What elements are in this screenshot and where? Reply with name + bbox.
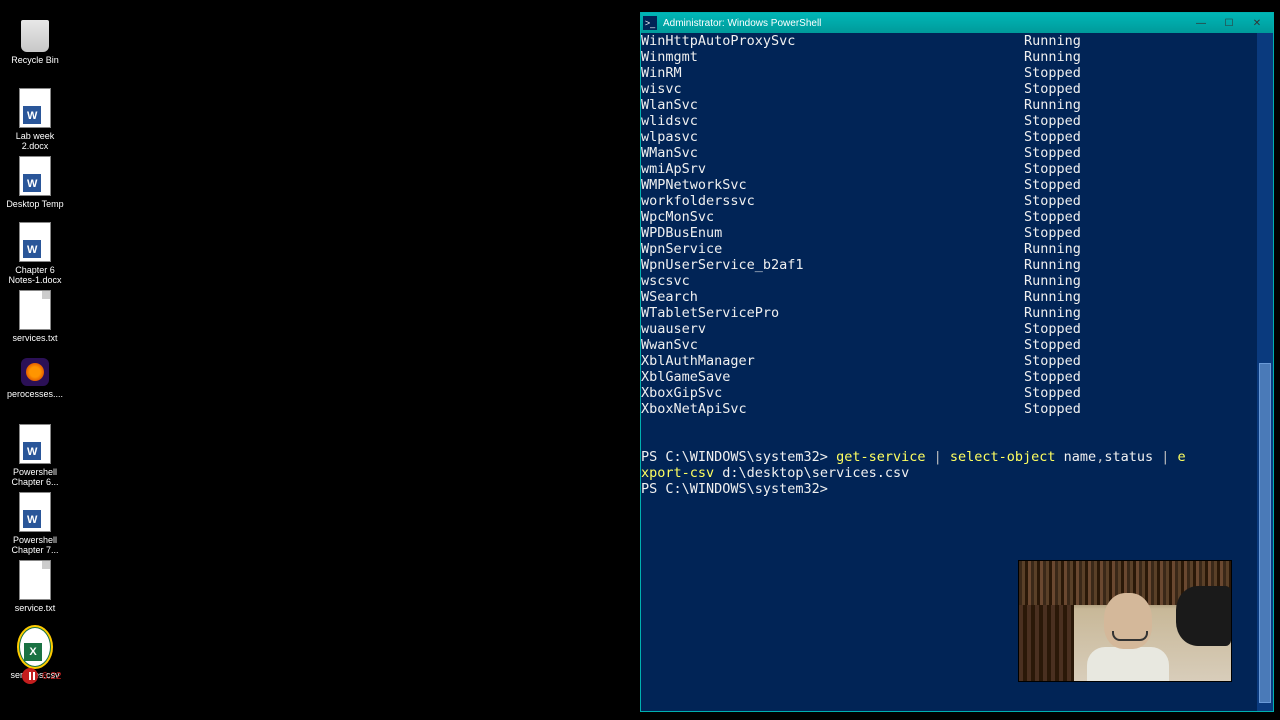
icon-label: Chapter 6 Notes-1.docx <box>5 266 65 286</box>
scrollbar-thumb[interactable] <box>1259 363 1271 703</box>
service-row: wscsvcRunning <box>641 273 1273 289</box>
service-row: WinHttpAutoProxySvcRunning <box>641 33 1273 49</box>
desktop[interactable]: Recycle Bin Lab week 2.docx Desktop Temp Ch… <box>0 0 640 720</box>
minimize-button[interactable]: — <box>1187 14 1215 32</box>
service-row: WlanSvcRunning <box>641 97 1273 113</box>
service-row: WMPNetworkSvcStopped <box>641 177 1273 193</box>
desktop-icon-servicetxt[interactable]: service.txt <box>5 560 65 614</box>
powershell-icon: >_ <box>643 16 657 30</box>
service-row: XboxGipSvcStopped <box>641 385 1273 401</box>
desktop-icon-psch6[interactable]: Powershell Chapter 6... <box>5 424 65 488</box>
service-row: WManSvcStopped <box>641 145 1273 161</box>
desktop-icon-desktoptemp[interactable]: Desktop Temp <box>5 156 65 210</box>
service-row: WwanSvcStopped <box>641 337 1273 353</box>
maximize-button[interactable]: ☐ <box>1215 14 1243 32</box>
close-button[interactable]: ✕ <box>1243 14 1271 32</box>
desktop-icon-processes[interactable]: perocesses.... <box>5 358 65 400</box>
icon-label: services.txt <box>5 334 65 344</box>
desktop-icon-servicestxt[interactable]: services.txt <box>5 290 65 344</box>
service-row: wlpasvcStopped <box>641 129 1273 145</box>
service-row: XblAuthManagerStopped <box>641 353 1273 369</box>
service-row: wlidsvcStopped <box>641 113 1273 129</box>
service-row: WpnServiceRunning <box>641 241 1273 257</box>
icon-label: Lab week 2.docx <box>5 132 65 152</box>
desktop-icon-recycle-bin[interactable]: Recycle Bin <box>5 20 65 66</box>
pause-icon <box>22 668 38 684</box>
service-row: WpcMonSvcStopped <box>641 209 1273 225</box>
icon-label: Recycle Bin <box>5 56 65 66</box>
recording-indicator: 6:22 <box>22 668 61 684</box>
icon-label: Powershell Chapter 6... <box>5 468 65 488</box>
icon-label: Desktop Temp <box>5 200 65 210</box>
window-title: Administrator: Windows PowerShell <box>663 18 1187 29</box>
command-line-1: PS C:\WINDOWS\system32> get-service | se… <box>641 449 1273 465</box>
desktop-icon-ch6notes[interactable]: Chapter 6 Notes-1.docx <box>5 222 65 286</box>
icon-label: Powershell Chapter 7... <box>5 536 65 556</box>
icon-label: service.txt <box>5 604 65 614</box>
service-row: XboxNetApiSvcStopped <box>641 401 1273 417</box>
command-line-2: xport-csv d:\desktop\services.csv <box>641 465 1273 481</box>
service-row: WinmgmtRunning <box>641 49 1273 65</box>
scrollbar[interactable] <box>1257 33 1273 711</box>
service-row: wisvcStopped <box>641 81 1273 97</box>
desktop-icon-psch7[interactable]: Powershell Chapter 7... <box>5 492 65 556</box>
command-prompt[interactable]: PS C:\WINDOWS\system32> <box>641 481 1273 497</box>
icon-label: perocesses.... <box>5 390 65 400</box>
titlebar[interactable]: >_ Administrator: Windows PowerShell — ☐… <box>641 13 1273 33</box>
recording-time: 6:22 <box>42 671 61 682</box>
service-row: wmiApSrvStopped <box>641 161 1273 177</box>
service-row: WTabletServiceProRunning <box>641 305 1273 321</box>
service-row: WPDBusEnumStopped <box>641 225 1273 241</box>
service-row: wuauservStopped <box>641 321 1273 337</box>
webcam-overlay <box>1018 560 1232 682</box>
service-row: workfolderssvcStopped <box>641 193 1273 209</box>
service-row: WinRMStopped <box>641 65 1273 81</box>
service-row: WSearchRunning <box>641 289 1273 305</box>
service-row: WpnUserService_b2af1Running <box>641 257 1273 273</box>
desktop-icon-labweek[interactable]: Lab week 2.docx <box>5 88 65 152</box>
service-row: XblGameSaveStopped <box>641 369 1273 385</box>
